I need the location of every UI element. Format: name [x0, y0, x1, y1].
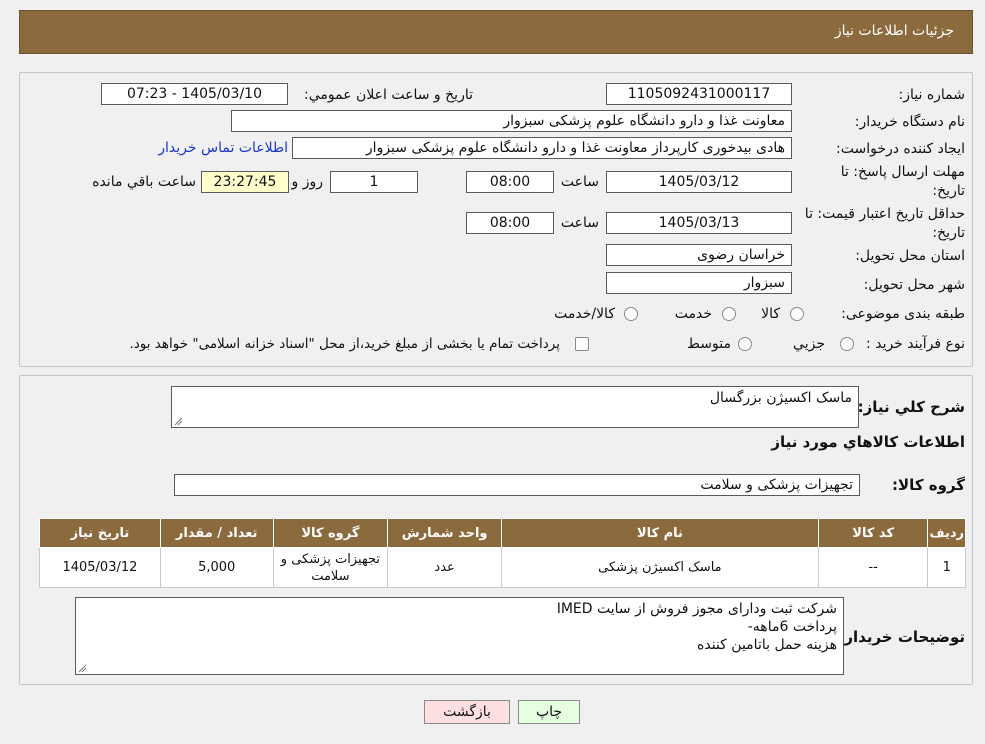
deadline-time-label: ساعت [560, 174, 599, 190]
process-treasury-checkbox[interactable] [575, 337, 589, 351]
buyer-notes-line: هزینه حمل باتامین کننده [697, 637, 837, 653]
validity-time-label: ساعت [560, 215, 599, 231]
deadline-date-field: 1405/03/12 [606, 171, 792, 193]
remaining-time-label: ساعت باقي مانده [92, 174, 196, 190]
remaining-time-field: 23:27:45 [201, 171, 289, 193]
category-radio-service[interactable] [722, 307, 736, 321]
resize-grip-icon[interactable] [78, 664, 87, 673]
description-textarea[interactable]: ماسک اکسیژن بزرگسال [171, 386, 859, 428]
city-field: سبزوار [606, 272, 792, 294]
buyer-org-label: نام دستگاه خریدار: [854, 114, 965, 130]
buyer-notes-label: توضيحات خريدار: [838, 628, 965, 646]
process-note: پرداخت تمام یا بخشی از مبلغ خرید،از محل … [129, 336, 560, 352]
print-button[interactable]: چاپ [518, 700, 580, 724]
cell-name: ماسک اکسیژن پزشکی [500, 547, 819, 588]
goods-group-label: گروه كالا: [892, 476, 965, 494]
validity-date-field: 1405/03/13 [606, 212, 792, 234]
category-radio-goods-service[interactable] [624, 307, 638, 321]
back-button[interactable]: بازگشت [424, 700, 510, 724]
process-radio-minor[interactable] [840, 337, 854, 351]
page-title: جزئیات اطلاعات نیاز [834, 23, 954, 39]
items-table-wrap: رديف كد كالا نام كالا واحد شمارش گروه كا… [39, 518, 966, 588]
items-table-header: رديف كد كالا نام كالا واحد شمارش گروه كا… [39, 518, 966, 548]
announce-date-label: تاریخ و ساعت اعلان عمومي: [304, 87, 473, 103]
buyer-notes-textarea[interactable]: شرکت ثبت ودارای مجوز فروش از سایت IMED پ… [75, 597, 844, 675]
resize-grip-icon[interactable] [174, 417, 183, 426]
province-field: خراسان رضوی [606, 244, 792, 266]
creator-label: ایجاد کننده درخواست: [836, 141, 965, 157]
category-option-goods: کالا [761, 306, 780, 322]
cell-unit: عدد [387, 547, 502, 588]
category-label: طبقه بندی موضوعی: [841, 306, 965, 322]
col-header-unit: واحد شمارش [387, 518, 502, 548]
need-number-label: شماره نیاز: [898, 87, 966, 103]
process-option-minor: جزیي [793, 336, 825, 352]
col-header-date: تاريخ نياز [39, 518, 161, 548]
cell-quantity: 5,000 [159, 547, 274, 588]
need-number-field: 1105092431000117 [606, 83, 792, 105]
buyer-notes-line: پرداخت 6ماهه- [747, 619, 837, 635]
cell-row: 1 [927, 547, 966, 588]
category-option-goods-service: کالا/خدمت [554, 306, 615, 322]
buyer-notes-line: شرکت ثبت ودارای مجوز فروش از سایت IMED [556, 601, 837, 617]
validity-label-line2: تاریخ: [932, 225, 965, 241]
items-table: رديف كد كالا نام كالا واحد شمارش گروه كا… [39, 518, 966, 588]
validity-label: حداقل تاریخ اعتبار قیمت: تا تاریخ: [805, 205, 965, 243]
city-label: شهر محل تحویل: [863, 277, 965, 293]
deadline-label: مهلت ارسال پاسخ: تا تاریخ: [841, 163, 965, 201]
col-header-group: گروه كالا [272, 518, 389, 548]
process-radio-medium[interactable] [738, 337, 752, 351]
table-row: 1 -- ماسک اکسیژن پزشکی عدد تجهیزات پزشکی… [39, 547, 966, 588]
process-option-medium: متوسط [687, 336, 731, 352]
goods-group-field: تجهیزات پزشکی و سلامت [174, 474, 860, 496]
days-label: روز و [291, 174, 324, 190]
category-radio-goods[interactable] [790, 307, 804, 321]
cell-code: -- [817, 547, 929, 588]
buyer-contact-link[interactable]: اطلاعات تماس خریدار [158, 140, 288, 156]
validity-label-line1: حداقل تاریخ اعتبار قیمت: تا [804, 206, 965, 222]
col-header-quantity: تعداد / مقدار [159, 518, 274, 548]
creator-field: هادی بیدخوری کارپرداز معاونت غذا و دارو … [292, 137, 792, 159]
cell-date: 1405/03/12 [39, 547, 161, 588]
process-label: نوع فرآیند خرید : [866, 336, 965, 352]
col-header-row: رديف [927, 518, 966, 548]
days-field: 1 [330, 171, 418, 193]
page-header: جزئیات اطلاعات نیاز [19, 10, 973, 54]
cell-group: تجهیزات پزشکی و سلامت [272, 547, 389, 588]
description-text: ماسک اکسیژن بزرگسال [709, 390, 852, 406]
province-label: استان محل تحویل: [855, 248, 965, 264]
buyer-org-field: معاونت غذا و دارو دانشگاه علوم پزشکی سبز… [231, 110, 792, 132]
deadline-label-line2: تاریخ: [932, 183, 965, 199]
deadline-time-field: 08:00 [466, 171, 554, 193]
col-header-name: نام كالا [500, 518, 819, 548]
col-header-code: كد كالا [817, 518, 929, 548]
deadline-label-line1: مهلت ارسال پاسخ: تا [840, 164, 965, 180]
goods-info-title: اطلاعات كالاهاي مورد نياز [771, 433, 965, 451]
validity-time-field: 08:00 [466, 212, 554, 234]
announce-date-field: 1405/03/10 - 07:23 [101, 83, 288, 105]
description-label: شرح كلي نياز: [857, 398, 965, 416]
category-option-service: خدمت [674, 306, 712, 322]
